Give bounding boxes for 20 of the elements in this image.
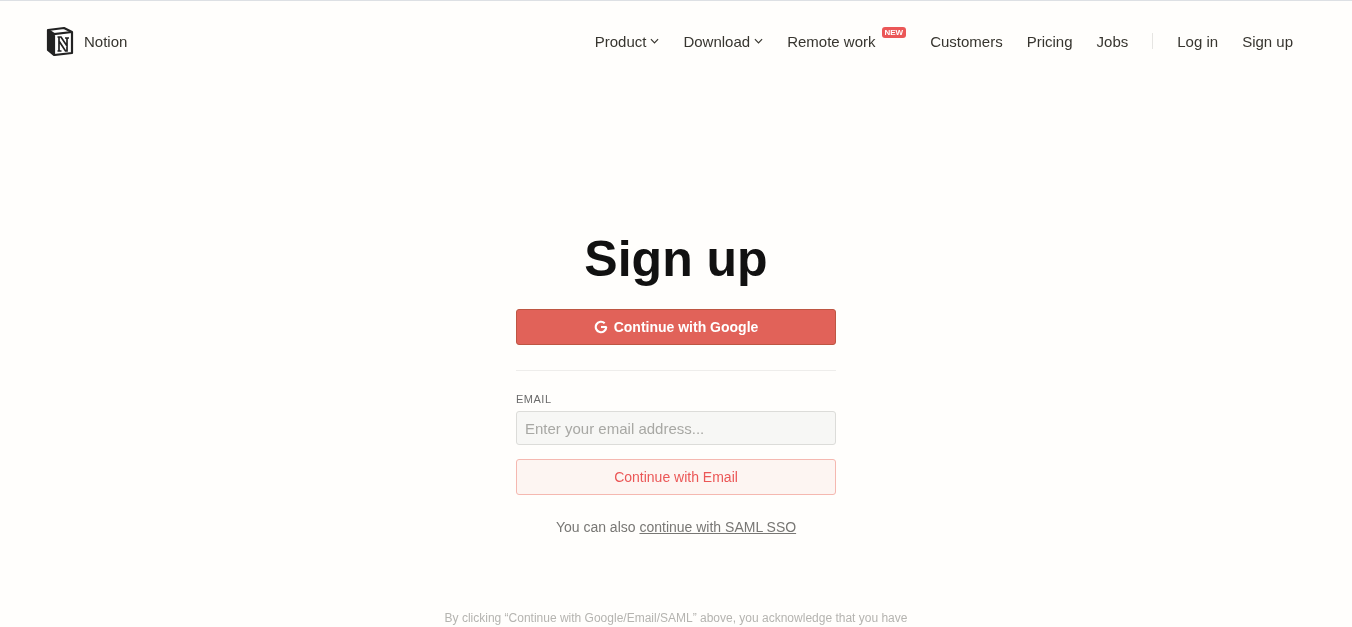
chevron-down-icon bbox=[650, 38, 660, 44]
auth-link[interactable]: Sign up bbox=[1242, 32, 1293, 50]
logo-icon[interactable] bbox=[45, 26, 75, 56]
nav-link[interactable]: Product bbox=[594, 32, 660, 50]
sso-text: You can also bbox=[555, 519, 636, 535]
nav-link[interactable]: Customers bbox=[930, 32, 1003, 50]
nav-link[interactable]: Jobs bbox=[1096, 32, 1129, 50]
brand-name[interactable]: Notion bbox=[84, 32, 128, 50]
email-input[interactable]: Enter your email address... bbox=[516, 411, 836, 445]
nav-link[interactable]: Pricing bbox=[1026, 32, 1073, 50]
page-title: Sign up bbox=[584, 230, 768, 289]
google-icon bbox=[593, 320, 608, 334]
chevron-down-icon bbox=[754, 38, 764, 44]
nav-link[interactable]: Download bbox=[683, 32, 764, 50]
email-label: EMAIL bbox=[516, 393, 552, 405]
saml-sso-link[interactable]: continue with SAML SSO bbox=[639, 519, 797, 535]
auth-link[interactable]: Log in bbox=[1177, 32, 1219, 50]
legal-text: By clicking “Continue with Google/Email/SAML” above, you acknowledge that you have bbox=[444, 611, 908, 625]
new-badge: NEW bbox=[881, 26, 907, 38]
nav-link[interactable]: Remote work bbox=[787, 32, 876, 50]
